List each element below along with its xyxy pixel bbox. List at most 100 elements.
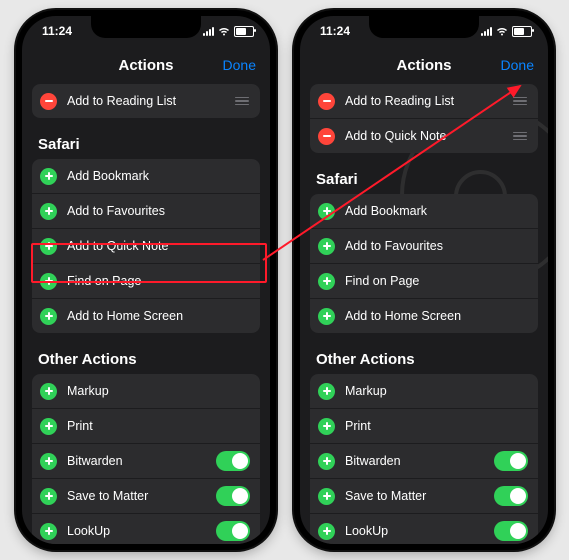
list-item[interactable]: Print — [310, 409, 538, 444]
list-item[interactable]: Markup — [32, 374, 260, 409]
list-item[interactable]: Add to Favourites — [32, 194, 260, 229]
add-icon[interactable] — [40, 383, 57, 400]
done-button[interactable]: Done — [501, 57, 534, 73]
row-label: Bitwarden — [67, 454, 216, 468]
row-label: Print — [67, 419, 252, 433]
add-icon[interactable] — [318, 238, 335, 255]
signal-icon — [481, 27, 492, 36]
done-button[interactable]: Done — [223, 57, 256, 73]
add-icon[interactable] — [40, 418, 57, 435]
list-item[interactable]: Add to Favourites — [310, 229, 538, 264]
add-icon[interactable] — [318, 273, 335, 290]
add-icon[interactable] — [318, 203, 335, 220]
add-icon[interactable] — [318, 383, 335, 400]
row-label: Find on Page — [345, 274, 530, 288]
list-item[interactable]: LookUp — [310, 514, 538, 544]
row-label: Find on Page — [67, 274, 252, 288]
list-item[interactable]: Print — [32, 409, 260, 444]
included-group: Add to Reading List Add to Quick Note — [310, 84, 538, 153]
row-label: Add to Favourites — [67, 204, 252, 218]
signal-icon — [203, 27, 214, 36]
row-label: Add to Reading List — [67, 94, 234, 108]
add-icon[interactable] — [40, 203, 57, 220]
list-item[interactable]: LookUp — [32, 514, 260, 544]
list-item[interactable]: Bitwarden — [32, 444, 260, 479]
list-item[interactable]: Add to Quick Note — [32, 229, 260, 264]
list-item[interactable]: Find on Page — [310, 264, 538, 299]
remove-icon[interactable] — [318, 128, 335, 145]
row-label: Add to Home Screen — [345, 309, 530, 323]
add-icon[interactable] — [40, 308, 57, 325]
row-label: Add to Home Screen — [67, 309, 252, 323]
add-icon[interactable] — [40, 453, 57, 470]
toggle-switch[interactable] — [494, 451, 528, 471]
phone-left: 11:24 Actions Done Add to Reading List S… — [16, 10, 276, 550]
wifi-icon — [496, 27, 508, 36]
battery-icon — [512, 26, 532, 37]
nav-header: Actions Done — [300, 46, 548, 84]
list-item[interactable]: Save to Matter — [32, 479, 260, 514]
row-label: Add Bookmark — [345, 204, 530, 218]
battery-icon — [234, 26, 254, 37]
toggle-switch[interactable] — [216, 486, 250, 506]
row-label: Add Bookmark — [67, 169, 252, 183]
toggle-switch[interactable] — [216, 521, 250, 541]
wifi-icon — [218, 27, 230, 36]
safari-group: Add Bookmark Add to Favourites Find on P… — [310, 194, 538, 333]
row-label: Add to Quick Note — [345, 129, 512, 143]
safari-group: Add Bookmark Add to Favourites Add to Qu… — [32, 159, 260, 333]
row-label: Markup — [67, 384, 252, 398]
list-item[interactable]: Add to Home Screen — [310, 299, 538, 333]
add-icon[interactable] — [40, 523, 57, 540]
list-item[interactable]: Save to Matter — [310, 479, 538, 514]
row-label: Add to Favourites — [345, 239, 530, 253]
list-item[interactable]: Add to Reading List — [32, 84, 260, 118]
list-item[interactable]: Add to Home Screen — [32, 299, 260, 333]
notch — [369, 16, 479, 38]
toggle-switch[interactable] — [494, 486, 528, 506]
add-icon[interactable] — [318, 523, 335, 540]
toggle-switch[interactable] — [494, 521, 528, 541]
row-label: Markup — [345, 384, 530, 398]
add-icon[interactable] — [40, 168, 57, 185]
row-label: LookUp — [67, 524, 216, 538]
row-label: Print — [345, 419, 530, 433]
row-label: Save to Matter — [345, 489, 494, 503]
section-other-title: Other Actions — [32, 333, 260, 374]
other-group: Markup Print Bitwarden Save to Matter — [310, 374, 538, 544]
other-group: Markup Print Bitwarden Save to Matter — [32, 374, 260, 544]
row-label: LookUp — [345, 524, 494, 538]
drag-handle-icon[interactable] — [234, 97, 250, 106]
add-icon[interactable] — [318, 418, 335, 435]
list-item[interactable]: Add Bookmark — [32, 159, 260, 194]
add-icon[interactable] — [40, 488, 57, 505]
remove-icon[interactable] — [318, 93, 335, 110]
list-item[interactable]: Bitwarden — [310, 444, 538, 479]
list-item[interactable]: Markup — [310, 374, 538, 409]
row-label: Save to Matter — [67, 489, 216, 503]
list-item[interactable]: Add to Quick Note — [310, 119, 538, 153]
section-other-title: Other Actions — [310, 333, 538, 374]
page-title: Actions — [396, 57, 451, 74]
toggle-switch[interactable] — [216, 451, 250, 471]
add-icon[interactable] — [40, 273, 57, 290]
status-time: 11:24 — [42, 24, 72, 38]
drag-handle-icon[interactable] — [512, 97, 528, 106]
list-item[interactable]: Add to Reading List — [310, 84, 538, 119]
remove-icon[interactable] — [40, 93, 57, 110]
row-label: Add to Quick Note — [67, 239, 252, 253]
list-item[interactable]: Find on Page — [32, 264, 260, 299]
list-item[interactable]: Add Bookmark — [310, 194, 538, 229]
add-icon[interactable] — [318, 453, 335, 470]
notch — [91, 16, 201, 38]
nav-header: Actions Done — [22, 46, 270, 84]
drag-handle-icon[interactable] — [512, 132, 528, 141]
included-group: Add to Reading List — [32, 84, 260, 118]
add-icon[interactable] — [318, 308, 335, 325]
page-title: Actions — [118, 57, 173, 74]
add-icon[interactable] — [40, 238, 57, 255]
add-icon[interactable] — [318, 488, 335, 505]
row-label: Add to Reading List — [345, 94, 512, 108]
section-safari-title: Safari — [310, 153, 538, 194]
row-label: Bitwarden — [345, 454, 494, 468]
